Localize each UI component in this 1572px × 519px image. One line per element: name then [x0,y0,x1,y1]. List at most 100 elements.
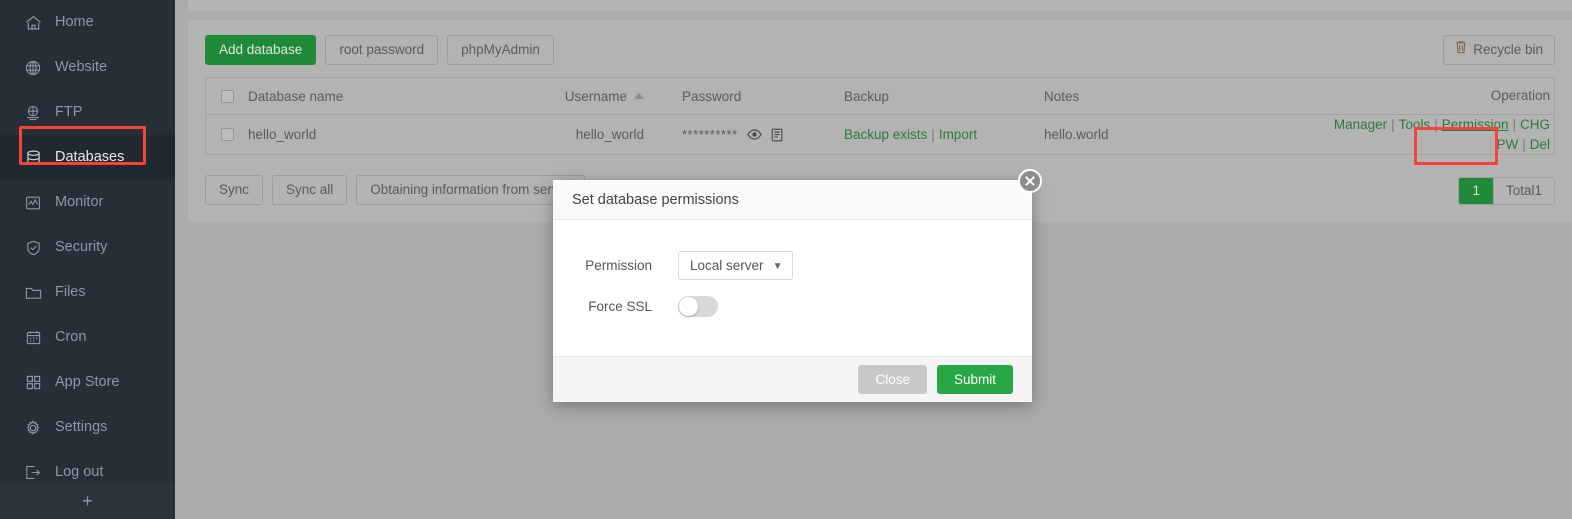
op-sep-3: | [1512,117,1516,132]
force-ssl-toggle[interactable] [678,296,718,317]
phpmyadmin-button[interactable]: phpMyAdmin [447,35,554,65]
sidebar-item-home[interactable]: Home [0,0,175,45]
permission-label: Permission [553,258,678,273]
cell-operation: Manager|Tools|Permission|CHG PW|Del [1294,115,1554,154]
submit-button[interactable]: Submit [937,365,1013,394]
sidebar-item-label: FTP [55,105,82,120]
eye-icon[interactable] [747,129,762,140]
sync-button[interactable]: Sync [205,175,263,205]
header-username[interactable]: Username [516,89,644,104]
cell-database-name: hello_world [248,127,516,142]
root-password-button[interactable]: root password [325,35,438,65]
backup-import-link[interactable]: Import [939,127,977,142]
copy-icon[interactable] [771,128,783,142]
toggle-knob [679,297,698,316]
sidebar: Home Website FTP [0,0,175,519]
recycle-bin-label: Recycle bin [1473,36,1543,64]
folder-icon [22,284,44,302]
trash-icon [1455,36,1467,64]
sort-asc-icon [634,93,644,99]
chevron-down-icon: ▼ [773,252,783,281]
sidebar-item-settings[interactable]: Settings [0,405,175,450]
pagination-total: Total1 [1493,178,1554,204]
sidebar-item-label: Settings [55,420,107,435]
top-strip [188,0,1572,11]
calendar-icon [22,329,44,347]
app-root: Home Website FTP [0,0,1572,519]
sidebar-item-label: Files [55,285,86,300]
plus-icon: + [82,492,93,510]
databases-toolbar: Add database root password phpMyAdmin [205,35,554,65]
monitor-icon [22,194,44,212]
header-backup: Backup [844,89,1044,104]
backup-separator: | [931,127,935,142]
table-header-row: Database name Username Password Backup N… [206,78,1554,115]
sidebar-item-label: Databases [55,150,124,165]
op-sep-2: | [1434,117,1438,132]
globe-icon [22,59,44,77]
op-sep-4: | [1522,137,1526,152]
dialog-title: Set database permissions [572,192,739,208]
add-database-button[interactable]: Add database [205,35,316,65]
cell-notes: hello.world [1044,127,1294,142]
row-checkbox[interactable] [221,128,234,141]
sidebar-item-website[interactable]: Website [0,45,175,90]
pagination: 1 Total1 [1458,177,1555,205]
close-icon[interactable] [1018,169,1042,193]
header-operation: Operation [1294,86,1554,106]
sidebar-item-label: Home [55,15,94,30]
dialog-footer: Close Submit [553,356,1032,401]
cell-password: ********** [644,127,844,142]
op-tools-link[interactable]: Tools [1399,117,1431,132]
grid-icon [22,374,44,392]
cell-username: hello_world [516,127,644,142]
sidebar-item-files[interactable]: Files [0,270,175,315]
header-notes: Notes [1044,89,1294,104]
dialog-body: Permission Local server ▼ Force SSL [553,220,1032,356]
sync-all-button[interactable]: Sync all [272,175,347,205]
sync-bar: Sync Sync all Obtaining information from… [205,175,585,205]
page-1-button[interactable]: 1 [1459,178,1493,204]
sidebar-item-cron[interactable]: Cron [0,315,175,360]
force-ssl-label: Force SSL [553,299,678,314]
op-permission-link[interactable]: Permission [1442,117,1509,132]
databases-table: Database name Username Password Backup N… [205,77,1555,155]
cell-backup: Backup exists | Import [844,127,1044,142]
dialog-header: Set database permissions [553,180,1032,220]
sidebar-item-databases[interactable]: Databases [0,135,175,180]
permission-select[interactable]: Local server ▼ [678,251,793,280]
force-ssl-field-row: Force SSL [553,296,718,317]
password-masked: ********** [682,127,738,142]
permission-field-row: Permission Local server ▼ [553,251,793,280]
sidebar-item-ftp[interactable]: FTP [0,90,175,135]
set-database-permissions-dialog: Set database permissions Permission Loca… [553,180,1032,402]
logout-icon [22,464,44,482]
sidebar-item-label: Website [55,60,107,75]
gear-icon [22,419,44,437]
shield-icon [22,239,44,257]
table-row: hello_world hello_world ********** [206,115,1554,155]
backup-status-link[interactable]: Backup exists [844,127,927,142]
home-icon [22,14,44,32]
sidebar-item-label: App Store [55,375,120,390]
sidebar-item-label: Cron [55,330,86,345]
sidebar-item-label: Security [55,240,107,255]
database-icon [22,149,44,167]
sidebar-item-security[interactable]: Security [0,225,175,270]
sidebar-item-label: Monitor [55,195,103,210]
recycle-bin-button[interactable]: Recycle bin [1443,35,1555,65]
header-password-label: Password [682,89,741,104]
op-manager-link[interactable]: Manager [1334,117,1387,132]
header-database-name[interactable]: Database name [248,89,516,104]
op-sep-1: | [1391,117,1395,132]
sidebar-item-app-store[interactable]: App Store [0,360,175,405]
server-status-button[interactable]: Obtaining information from server [356,175,584,205]
select-all-checkbox[interactable] [221,90,234,103]
ftp-icon [22,104,44,122]
sidebar-item-monitor[interactable]: Monitor [0,180,175,225]
close-button[interactable]: Close [858,365,927,394]
op-del-link[interactable]: Del [1530,137,1550,152]
sidebar-add-button[interactable]: + [0,482,175,519]
sidebar-item-label: Log out [55,465,103,480]
select-all-cell [206,90,248,103]
